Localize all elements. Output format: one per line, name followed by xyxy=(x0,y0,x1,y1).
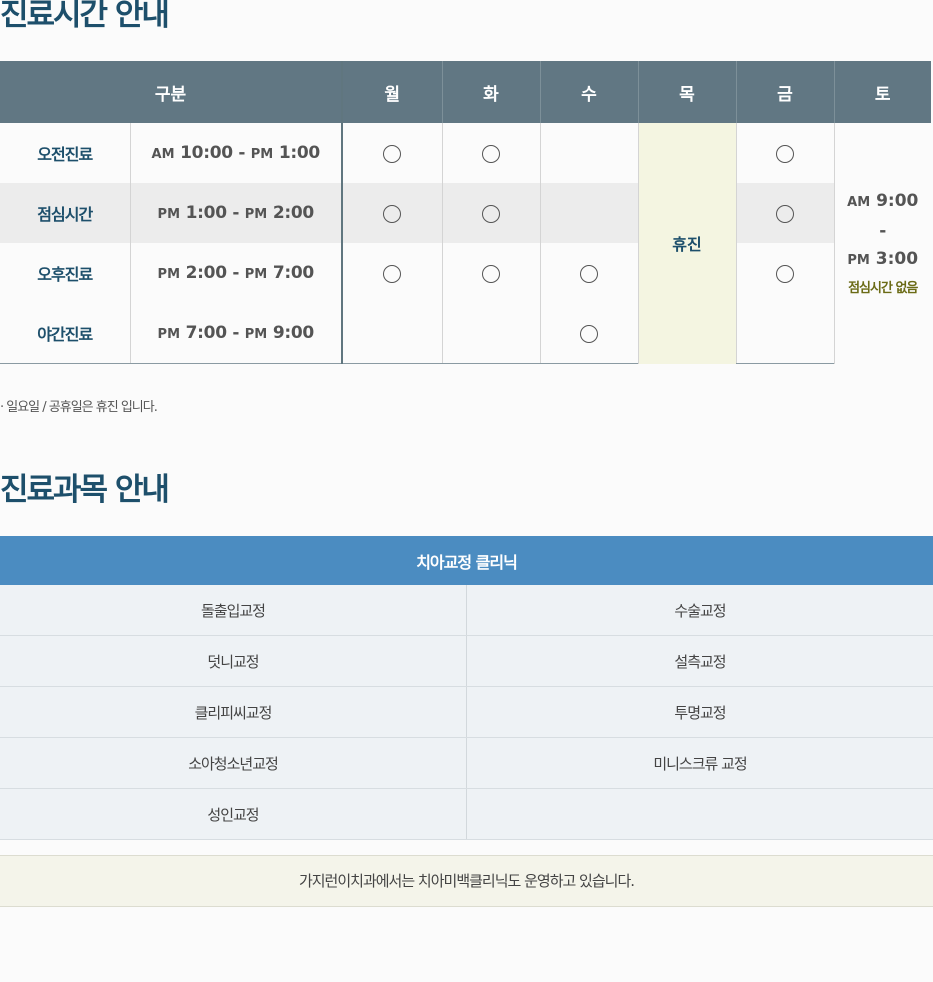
fri-cell xyxy=(735,123,834,183)
header-tue: 화 xyxy=(441,61,540,123)
header-wed: 수 xyxy=(539,61,638,123)
clinic-item: 투명교정 xyxy=(466,686,933,738)
row-label: 오전진료 xyxy=(37,145,93,164)
clinic-item: 성인교정 xyxy=(0,788,467,840)
row-time: PM 7:00 - PM 9:00 xyxy=(129,303,342,364)
mon-cell xyxy=(341,123,442,183)
open-circle-icon xyxy=(482,264,500,283)
saturday-hours: AM 9:00 - PM 3:00 점심시간 없음 xyxy=(833,123,931,364)
clinic-item: 돌출입교정 xyxy=(0,585,467,636)
open-circle-icon xyxy=(580,324,598,343)
mon-cell xyxy=(341,303,442,364)
table-row: 돌출입교정 수술교정 xyxy=(0,585,933,636)
row-label: 점심시간 xyxy=(0,183,130,243)
hours-title: 진료시간 안내 xyxy=(0,0,170,33)
thursday-closed: 휴진 xyxy=(637,123,736,364)
open-circle-icon xyxy=(383,204,402,223)
whitening-notice: 가지런이치과에서는 치아미백클리닉도 운영하고 있습니다. xyxy=(0,855,933,907)
subjects-title: 진료과목 안내 xyxy=(0,472,170,508)
wed-cell xyxy=(539,183,638,243)
table-row: 덧니교정 설측교정 xyxy=(0,635,933,687)
clinic-item: 소아청소년교정 xyxy=(0,737,467,789)
open-circle-icon xyxy=(776,144,794,163)
table-row: 소아청소년교정 미니스크류 교정 xyxy=(0,737,933,789)
clinic-item: 설측교정 xyxy=(466,635,933,687)
header-thu: 목 xyxy=(637,61,736,123)
header-fri: 금 xyxy=(735,61,834,123)
tue-cell xyxy=(441,183,540,243)
row-label: 야간진료 xyxy=(0,303,130,364)
open-circle-icon xyxy=(580,264,598,283)
clinic-item: 수술교정 xyxy=(466,585,933,636)
table-row: 오후진료 PM 2:00 - PM 7:00 xyxy=(0,243,931,303)
clinic-item: 미니스크류 교정 xyxy=(466,737,933,789)
table-row: 점심시간 PM 1:00 - PM 2:00 xyxy=(0,183,931,243)
clinic-item: 덧니교정 xyxy=(0,635,467,687)
schedule-table: 구분 월 화 수 목 금 토 오전진료 AM 10:00 - PM 1:00 휴… xyxy=(0,61,931,364)
header-mon: 월 xyxy=(341,61,442,123)
fri-cell xyxy=(735,303,834,364)
wed-cell xyxy=(539,303,638,364)
open-circle-icon xyxy=(383,144,402,163)
table-row: 성인교정 xyxy=(0,788,933,840)
row-time: PM 2:00 - PM 7:00 xyxy=(129,243,342,303)
clinic-item: 클리피씨교정 xyxy=(0,686,467,738)
clinic-header: 치아교정 클리닉 xyxy=(0,536,933,585)
row-time: AM 10:00 - PM 1:00 xyxy=(129,123,342,183)
mon-cell xyxy=(341,183,442,243)
tue-cell xyxy=(441,243,540,303)
header-category: 구분 xyxy=(0,61,342,123)
header-sat: 토 xyxy=(833,61,931,123)
row-time: PM 1:00 - PM 2:00 xyxy=(129,183,342,243)
table-row: 야간진료 PM 7:00 - PM 9:00 xyxy=(0,303,931,364)
wed-cell xyxy=(539,243,638,303)
table-row: 오전진료 AM 10:00 - PM 1:00 휴진 AM 9:00 - PM … xyxy=(0,123,931,364)
tue-cell xyxy=(441,303,540,364)
schedule-header-row: 구분 월 화 수 목 금 토 xyxy=(0,61,931,123)
fri-cell xyxy=(735,243,834,303)
fri-cell xyxy=(735,183,834,243)
clinic-item xyxy=(466,788,933,840)
tue-cell xyxy=(441,123,540,183)
table-row: 클리피씨교정 투명교정 xyxy=(0,686,933,738)
clinic-table: 치아교정 클리닉 돌출입교정 수술교정 덧니교정 설측교정 클리피씨교정 투명교… xyxy=(0,536,933,840)
open-circle-icon xyxy=(482,144,500,163)
row-label: 오후진료 xyxy=(37,265,93,284)
mon-cell xyxy=(341,243,442,303)
open-circle-icon xyxy=(776,204,794,223)
holiday-note: · 일요일 / 공휴일은 휴진 입니다. xyxy=(0,400,158,415)
open-circle-icon xyxy=(482,204,500,223)
wed-cell xyxy=(539,123,638,183)
open-circle-icon xyxy=(383,264,402,283)
open-circle-icon xyxy=(776,264,794,283)
saturday-note: 점심시간 없음 xyxy=(848,281,918,297)
